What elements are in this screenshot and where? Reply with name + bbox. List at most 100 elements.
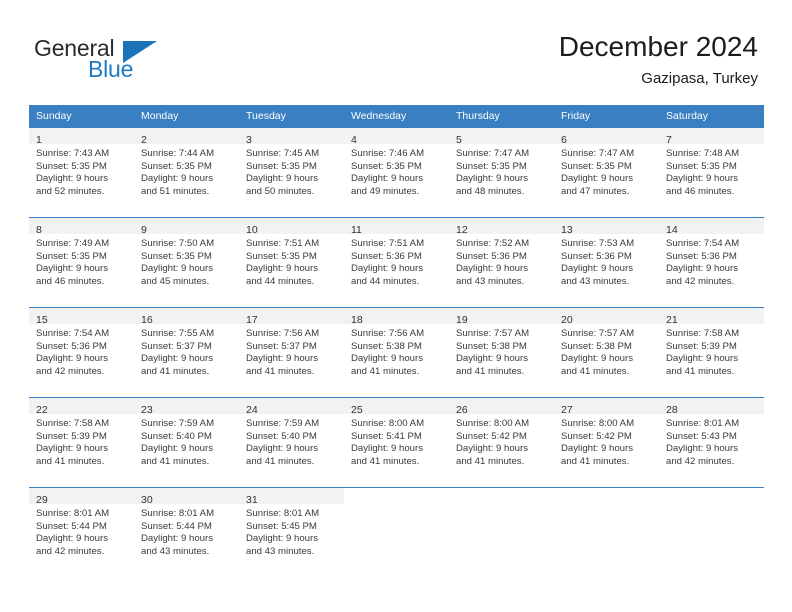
day-cell[interactable]: 18 Sunrise: 7:56 AM Sunset: 5:38 PM Dayligh…	[344, 307, 449, 391]
calendar-day-cell[interactable]: 23 Sunrise: 7:59 AM Sunset: 5:40 PM Dayligh…	[134, 397, 239, 481]
day-info: Sunrise: 8:01 AM Sunset: 5:45 PM Daylight:…	[239, 504, 344, 558]
calendar-day-cell[interactable]: 8 Sunrise: 7:49 AM Sunset: 5:35 PM Daylight…	[29, 217, 134, 301]
day-cell[interactable]: 5 Sunrise: 7:47 AM Sunset: 5:35 PM Daylight…	[449, 127, 554, 211]
day-number-band: 9	[134, 218, 239, 236]
calendar-day-cell[interactable]: 30 Sunrise: 8:01 AM Sunset: 5:44 PM Dayligh…	[134, 487, 239, 571]
page-header: General Blue December 2024 Gazipasa, Tur…	[0, 0, 792, 100]
day-info: Sunrise: 7:52 AM Sunset: 5:36 PM Daylight:…	[449, 234, 554, 288]
daylight-text-line2: and 43 minutes.	[141, 545, 210, 557]
day-cell[interactable]: 13 Sunrise: 7:53 AM Sunset: 5:36 PM Dayligh…	[554, 217, 659, 301]
sunrise-text: Sunrise: 7:44 AM	[141, 148, 215, 159]
calendar-day-cell[interactable]: 12 Sunrise: 7:52 AM Sunset: 5:36 PM Dayligh…	[449, 217, 554, 301]
sunrise-text: Sunrise: 7:52 AM	[456, 238, 530, 249]
day-number-band: 2	[134, 128, 239, 146]
day-info: Sunrise: 7:58 AM Sunset: 5:39 PM Daylight:…	[29, 414, 134, 468]
brand-name-bottom: Blue	[88, 56, 134, 82]
calendar-day-cell[interactable]: 31 Sunrise: 8:01 AM Sunset: 5:45 PM Dayligh…	[239, 487, 344, 571]
day-number-band: 14	[659, 218, 764, 236]
day-cell[interactable]: 19 Sunrise: 7:57 AM Sunset: 5:38 PM Dayligh…	[449, 307, 554, 391]
calendar-day-cell[interactable]: 5 Sunrise: 7:47 AM Sunset: 5:35 PM Daylight…	[449, 127, 554, 211]
day-cell[interactable]: 4 Sunrise: 7:46 AM Sunset: 5:35 PM Daylight…	[344, 127, 449, 211]
sunset-text: Sunset: 5:38 PM	[561, 340, 632, 352]
day-cell[interactable]: 9 Sunrise: 7:50 AM Sunset: 5:35 PM Daylight…	[134, 217, 239, 301]
sunrise-text: Sunrise: 7:56 AM	[246, 328, 320, 339]
day-info: Sunrise: 7:49 AM Sunset: 5:35 PM Daylight:…	[29, 234, 134, 288]
brand-logo[interactable]: General Blue	[34, 36, 184, 86]
day-cell[interactable]: 12 Sunrise: 7:52 AM Sunset: 5:36 PM Dayligh…	[449, 217, 554, 301]
calendar-day-cell[interactable]: 21 Sunrise: 7:58 AM Sunset: 5:39 PM Dayligh…	[659, 307, 764, 391]
daylight-text-line2: and 44 minutes.	[246, 275, 315, 287]
day-cell[interactable]: 22 Sunrise: 7:58 AM Sunset: 5:39 PM Dayligh…	[29, 397, 134, 481]
day-cell[interactable]: 2 Sunrise: 7:44 AM Sunset: 5:35 PM Daylight…	[134, 127, 239, 211]
calendar-day-cell[interactable]: 28 Sunrise: 8:01 AM Sunset: 5:43 PM Dayligh…	[659, 397, 764, 481]
day-cell[interactable]: 30 Sunrise: 8:01 AM Sunset: 5:44 PM Dayligh…	[134, 487, 239, 571]
calendar-day-cell[interactable]: 24 Sunrise: 7:59 AM Sunset: 5:40 PM Dayligh…	[239, 397, 344, 481]
sunrise-text: Sunrise: 8:01 AM	[36, 508, 110, 519]
calendar-day-cell[interactable]: 25 Sunrise: 8:00 AM Sunset: 5:41 PM Dayligh…	[344, 397, 449, 481]
day-number-band: 12	[449, 218, 554, 236]
day-number: 30	[141, 494, 153, 506]
day-cell[interactable]: 21 Sunrise: 7:58 AM Sunset: 5:39 PM Dayligh…	[659, 307, 764, 391]
day-number-band: 23	[134, 398, 239, 416]
day-cell[interactable]: 28 Sunrise: 8:01 AM Sunset: 5:43 PM Dayligh…	[659, 397, 764, 481]
calendar-day-cell[interactable]: 1 Sunrise: 7:43 AM Sunset: 5:35 PM Daylight…	[29, 127, 134, 211]
calendar-day-cell[interactable]: 14 Sunrise: 7:54 AM Sunset: 5:36 PM Dayligh…	[659, 217, 764, 301]
day-cell[interactable]: 31 Sunrise: 8:01 AM Sunset: 5:45 PM Dayligh…	[239, 487, 344, 571]
calendar-day-cell[interactable]: 20 Sunrise: 7:57 AM Sunset: 5:38 PM Dayligh…	[554, 307, 659, 391]
calendar-day-cell[interactable]: 2 Sunrise: 7:44 AM Sunset: 5:35 PM Daylight…	[134, 127, 239, 211]
day-info: Sunrise: 7:51 AM Sunset: 5:36 PM Daylight:…	[344, 234, 449, 288]
day-info: Sunrise: 7:44 AM Sunset: 5:35 PM Daylight:…	[134, 144, 239, 198]
day-cell[interactable]: 11 Sunrise: 7:51 AM Sunset: 5:36 PM Dayligh…	[344, 217, 449, 301]
day-cell[interactable]: 25 Sunrise: 8:00 AM Sunset: 5:41 PM Dayligh…	[344, 397, 449, 481]
day-number: 16	[141, 314, 153, 326]
daylight-text-line2: and 52 minutes.	[36, 185, 105, 197]
calendar-day-cell[interactable]: 10 Sunrise: 7:51 AM Sunset: 5:35 PM Dayligh…	[239, 217, 344, 301]
day-cell[interactable]: 23 Sunrise: 7:59 AM Sunset: 5:40 PM Dayligh…	[134, 397, 239, 481]
day-number: 12	[456, 224, 468, 236]
day-cell[interactable]: 8 Sunrise: 7:49 AM Sunset: 5:35 PM Daylight…	[29, 217, 134, 301]
day-cell[interactable]: 16 Sunrise: 7:55 AM Sunset: 5:37 PM Dayligh…	[134, 307, 239, 391]
day-cell[interactable]: 24 Sunrise: 7:59 AM Sunset: 5:40 PM Dayligh…	[239, 397, 344, 481]
day-number-band: 21	[659, 308, 764, 326]
day-cell[interactable]: 14 Sunrise: 7:54 AM Sunset: 5:36 PM Dayligh…	[659, 217, 764, 301]
calendar-day-cell[interactable]: 29 Sunrise: 8:01 AM Sunset: 5:44 PM Dayligh…	[29, 487, 134, 571]
day-info: Sunrise: 8:01 AM Sunset: 5:44 PM Daylight:…	[29, 504, 134, 558]
daylight-text-line1: Daylight: 9 hours	[561, 263, 633, 275]
day-cell[interactable]: 15 Sunrise: 7:54 AM Sunset: 5:36 PM Dayligh…	[29, 307, 134, 391]
calendar-day-cell[interactable]: 15 Sunrise: 7:54 AM Sunset: 5:36 PM Dayligh…	[29, 307, 134, 391]
calendar-day-cell[interactable]: 3 Sunrise: 7:45 AM Sunset: 5:35 PM Daylight…	[239, 127, 344, 211]
sunrise-text: Sunrise: 8:00 AM	[561, 418, 635, 429]
day-info: Sunrise: 8:01 AM Sunset: 5:44 PM Daylight:…	[134, 504, 239, 558]
calendar-day-cell[interactable]: 27 Sunrise: 8:00 AM Sunset: 5:42 PM Dayligh…	[554, 397, 659, 481]
day-cell[interactable]: 7 Sunrise: 7:48 AM Sunset: 5:35 PM Daylight…	[659, 127, 764, 211]
day-cell[interactable]: 6 Sunrise: 7:47 AM Sunset: 5:35 PM Daylight…	[554, 127, 659, 211]
day-number: 29	[36, 494, 48, 506]
day-number: 28	[666, 404, 678, 416]
calendar-day-cell[interactable]: 26 Sunrise: 8:00 AM Sunset: 5:42 PM Dayligh…	[449, 397, 554, 481]
calendar-day-cell[interactable]: 7 Sunrise: 7:48 AM Sunset: 5:35 PM Daylight…	[659, 127, 764, 211]
calendar-day-cell[interactable]: 13 Sunrise: 7:53 AM Sunset: 5:36 PM Dayligh…	[554, 217, 659, 301]
day-cell[interactable]: 17 Sunrise: 7:56 AM Sunset: 5:37 PM Dayligh…	[239, 307, 344, 391]
daylight-text-line2: and 50 minutes.	[246, 185, 315, 197]
day-cell[interactable]: 27 Sunrise: 8:00 AM Sunset: 5:42 PM Dayligh…	[554, 397, 659, 481]
daylight-text-line2: and 41 minutes.	[561, 365, 630, 377]
calendar-day-cell[interactable]: 6 Sunrise: 7:47 AM Sunset: 5:35 PM Daylight…	[554, 127, 659, 211]
day-cell[interactable]: 29 Sunrise: 8:01 AM Sunset: 5:44 PM Dayligh…	[29, 487, 134, 571]
calendar-day-cell[interactable]: 18 Sunrise: 7:56 AM Sunset: 5:38 PM Dayligh…	[344, 307, 449, 391]
day-cell[interactable]: 10 Sunrise: 7:51 AM Sunset: 5:35 PM Dayligh…	[239, 217, 344, 301]
calendar-day-cell[interactable]: 11 Sunrise: 7:51 AM Sunset: 5:36 PM Dayligh…	[344, 217, 449, 301]
calendar-day-cell[interactable]: 17 Sunrise: 7:56 AM Sunset: 5:37 PM Dayligh…	[239, 307, 344, 391]
calendar-day-cell[interactable]: 19 Sunrise: 7:57 AM Sunset: 5:38 PM Dayligh…	[449, 307, 554, 391]
day-number: 10	[246, 224, 258, 236]
calendar-day-cell[interactable]: 4 Sunrise: 7:46 AM Sunset: 5:35 PM Daylight…	[344, 127, 449, 211]
day-cell[interactable]: 3 Sunrise: 7:45 AM Sunset: 5:35 PM Daylight…	[239, 127, 344, 211]
calendar-day-cell[interactable]: 16 Sunrise: 7:55 AM Sunset: 5:37 PM Dayligh…	[134, 307, 239, 391]
calendar-day-cell[interactable]: 9 Sunrise: 7:50 AM Sunset: 5:35 PM Daylight…	[134, 217, 239, 301]
day-cell[interactable]: 20 Sunrise: 7:57 AM Sunset: 5:38 PM Dayligh…	[554, 307, 659, 391]
day-cell[interactable]: 1 Sunrise: 7:43 AM Sunset: 5:35 PM Daylight…	[29, 127, 134, 211]
daylight-text-line1: Daylight: 9 hours	[141, 353, 213, 365]
calendar-day-cell[interactable]: 22 Sunrise: 7:58 AM Sunset: 5:39 PM Dayligh…	[29, 397, 134, 481]
day-number: 20	[561, 314, 573, 326]
day-cell[interactable]: 26 Sunrise: 8:00 AM Sunset: 5:42 PM Dayligh…	[449, 397, 554, 481]
day-number: 19	[456, 314, 468, 326]
